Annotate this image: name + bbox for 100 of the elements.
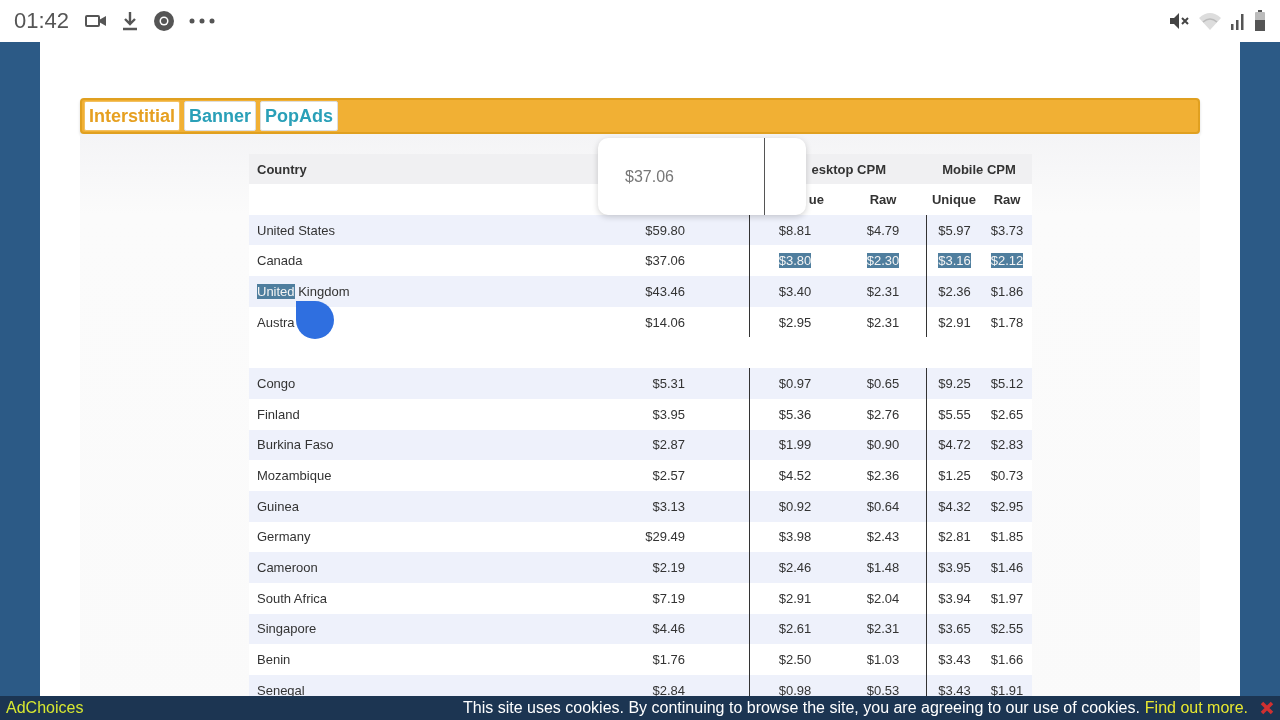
- table-cell: $5.36: [778, 406, 812, 422]
- column-header: ue: [807, 190, 825, 209]
- table-cell: $2.91: [938, 314, 971, 330]
- table-cell: $4.46: [652, 621, 685, 637]
- table-cell: $2.36: [938, 283, 971, 299]
- table-cell: $14.06: [645, 314, 685, 330]
- country-cell: Mozambique: [257, 468, 332, 484]
- country-cell: Congo: [257, 375, 296, 391]
- table-cell: $2.19: [652, 560, 685, 576]
- table-cell: $1.03: [866, 652, 900, 668]
- country-cell: United States: [257, 222, 336, 238]
- table-cell: $3.80: [778, 253, 812, 269]
- table-cell: $3.65: [938, 621, 971, 637]
- table-cell: $3.95: [652, 406, 685, 422]
- more-icon: [189, 18, 216, 24]
- column-header: Unique: [930, 190, 978, 209]
- column-header: Country: [256, 160, 308, 179]
- table-cell: $2.95: [990, 498, 1024, 514]
- table-cell: $2.04: [866, 590, 900, 606]
- table-cell: $0.92: [778, 498, 812, 514]
- country-cell: Senegal: [257, 682, 305, 698]
- table-cell: $2.12: [990, 253, 1024, 269]
- table-cell: $5.31: [652, 375, 685, 391]
- country-cell: Austra: [257, 314, 295, 330]
- table-cell: $0.90: [866, 437, 900, 453]
- browser-icon: [153, 10, 176, 32]
- table-cell: $4.32: [938, 498, 971, 514]
- table-cell: $2.83: [990, 437, 1024, 453]
- table-cell: $0.65: [866, 375, 900, 391]
- table-cell: $7.19: [652, 590, 685, 606]
- table-cell: $1.97: [990, 590, 1024, 606]
- table-cell: $5.12: [990, 375, 1024, 391]
- table-cell: $2.30: [866, 253, 900, 269]
- table-cell: $3.43: [938, 652, 971, 668]
- tab[interactable]: Interstitial: [84, 101, 181, 131]
- battery-icon: [1254, 10, 1266, 32]
- table-cell: $3.73: [990, 222, 1024, 238]
- signal-icon: [1230, 11, 1246, 31]
- column-header: Raw: [868, 190, 898, 209]
- table-cell: $3.95: [938, 560, 971, 576]
- table-cell: $2.91: [778, 590, 812, 606]
- table-cell: $2.57: [652, 468, 685, 484]
- table-cell: $2.31: [866, 314, 900, 330]
- tab[interactable]: Banner: [184, 101, 257, 131]
- table-cell: $2.65: [990, 406, 1024, 422]
- table-cell: $1.66: [990, 652, 1024, 668]
- table-cell: $4.52: [778, 468, 812, 484]
- table-cell: $0.64: [866, 498, 900, 514]
- country-cell: Burkina Faso: [257, 437, 334, 453]
- table-cell: $0.98: [778, 682, 812, 698]
- table-cell: $37.06: [645, 253, 685, 269]
- table-cell: $3.43: [938, 682, 971, 698]
- table-cell: $2.81: [938, 529, 971, 545]
- table-cell: $2.76: [866, 406, 900, 422]
- magnified-text: $37.06: [625, 167, 674, 186]
- table-cell: $9.25: [938, 375, 971, 391]
- clock-time: 01:42: [14, 8, 70, 34]
- country-cell: Germany: [257, 529, 311, 545]
- table-cell: $2.31: [866, 283, 900, 299]
- video-camera-icon: [85, 13, 108, 29]
- table-cell: $2.95: [778, 314, 812, 330]
- table-cell: $1.48: [866, 560, 900, 576]
- table-cell: $4.79: [866, 222, 900, 238]
- country-cell: United Kingdom: [257, 283, 350, 299]
- country-cell: Canada: [257, 253, 303, 269]
- table-cell: $0.73: [990, 468, 1024, 484]
- table-cell: $2.55: [990, 621, 1024, 637]
- table-cell: $5.55: [938, 406, 971, 422]
- table-cell: $43.46: [645, 283, 685, 299]
- country-cell: Finland: [257, 406, 300, 422]
- table-cell: $3.98: [778, 529, 812, 545]
- table-cell: $4.72: [938, 437, 971, 453]
- tab[interactable]: PopAds: [260, 101, 339, 131]
- column-header: esktop CPM: [810, 160, 887, 179]
- country-cell: Singapore: [257, 621, 317, 637]
- table-cell: $3.16: [938, 253, 971, 269]
- table-cell: $59.80: [645, 222, 685, 238]
- download-icon: [121, 11, 140, 31]
- table-cell: $1.25: [938, 468, 971, 484]
- country-cell: Benin: [257, 652, 291, 668]
- country-cell: Guinea: [257, 498, 299, 514]
- table-cell: $2.61: [778, 621, 812, 637]
- table-cell: $2.46: [778, 560, 812, 576]
- cookie-message: This site uses cookies. By continuing to browse the site, you are agreeing to our use of cookies.: [463, 699, 1140, 717]
- table-cell: $1.76: [652, 652, 685, 668]
- column-header: Raw: [992, 190, 1022, 209]
- table-cell: $5.97: [938, 222, 971, 238]
- table-cell: $8.81: [778, 222, 812, 238]
- table-cell: $1.46: [990, 560, 1024, 576]
- table-cell: $2.31: [866, 621, 900, 637]
- table-cell: $3.94: [938, 590, 971, 606]
- find-out-more-link[interactable]: Find out more.: [1144, 699, 1248, 717]
- table-cell: $1.99: [778, 437, 812, 453]
- country-cell: South Africa: [257, 590, 328, 606]
- wifi-icon: [1198, 11, 1222, 31]
- table-cell: $3.13: [652, 498, 685, 514]
- table-cell: $1.86: [990, 283, 1024, 299]
- adchoices-link[interactable]: AdChoices: [6, 699, 84, 717]
- table-cell: $1.91: [990, 682, 1024, 698]
- table-cell: $2.87: [652, 437, 685, 453]
